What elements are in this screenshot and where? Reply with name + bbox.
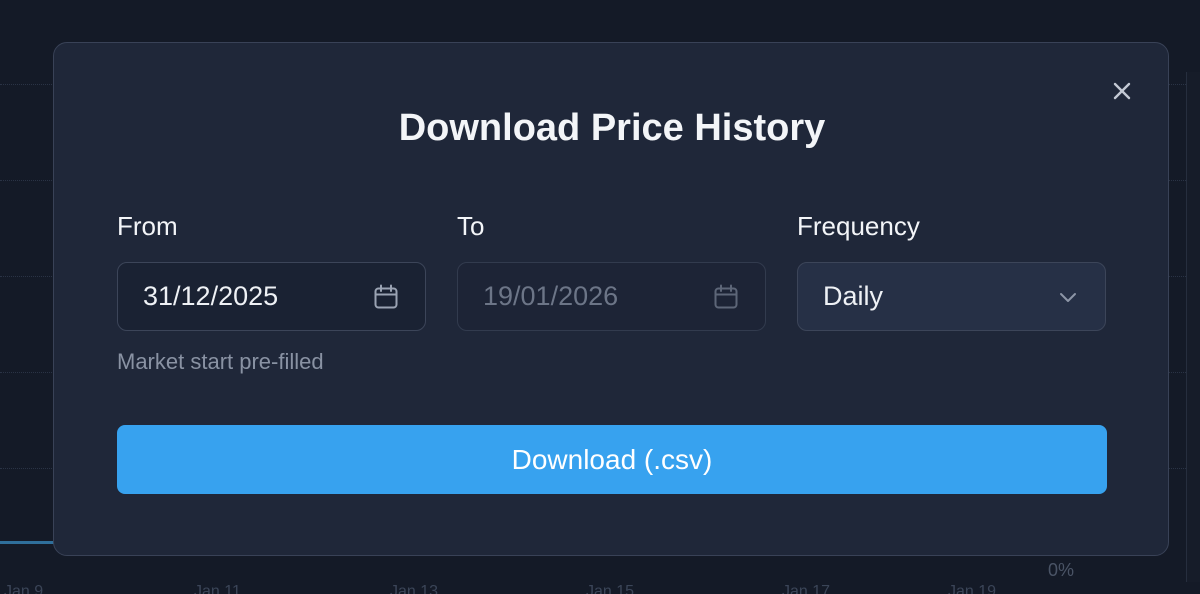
- x-axis-label: Jan 9: [4, 583, 44, 594]
- download-price-history-modal: Download Price History From 31/12/2025 M…: [53, 42, 1169, 556]
- from-date-value: 31/12/2025: [143, 281, 279, 311]
- to-date-value: 19/01/2026: [483, 281, 619, 311]
- calendar-icon: [712, 283, 740, 311]
- to-label: To: [457, 211, 485, 241]
- side-panel-edge: [1186, 72, 1200, 582]
- y-axis-label: 0%: [1048, 560, 1075, 580]
- frequency-label: Frequency: [797, 211, 920, 241]
- x-axis-label: Jan 13: [390, 583, 439, 594]
- close-icon: [1113, 82, 1131, 100]
- download-csv-button[interactable]: Download (.csv): [117, 425, 1107, 494]
- modal-title: Download Price History: [398, 107, 826, 149]
- x-axis-label: Jan 15: [586, 583, 635, 594]
- frequency-value: Daily: [823, 281, 884, 311]
- calendar-icon[interactable]: [372, 283, 400, 311]
- close-button[interactable]: [1108, 77, 1136, 105]
- from-date-input[interactable]: 31/12/2025: [117, 262, 426, 331]
- x-axis-label: Jan 11: [194, 583, 241, 594]
- frequency-select[interactable]: Daily: [797, 262, 1106, 331]
- from-hint: Market start pre-filled: [117, 349, 324, 374]
- x-axis-label: Jan 17: [782, 583, 831, 594]
- from-label: From: [117, 211, 178, 241]
- chart-series-line: [0, 541, 60, 544]
- x-axis-label: Jan 19: [948, 583, 997, 594]
- chevron-down-icon: [1054, 283, 1082, 311]
- to-date-input[interactable]: 19/01/2026: [457, 262, 766, 331]
